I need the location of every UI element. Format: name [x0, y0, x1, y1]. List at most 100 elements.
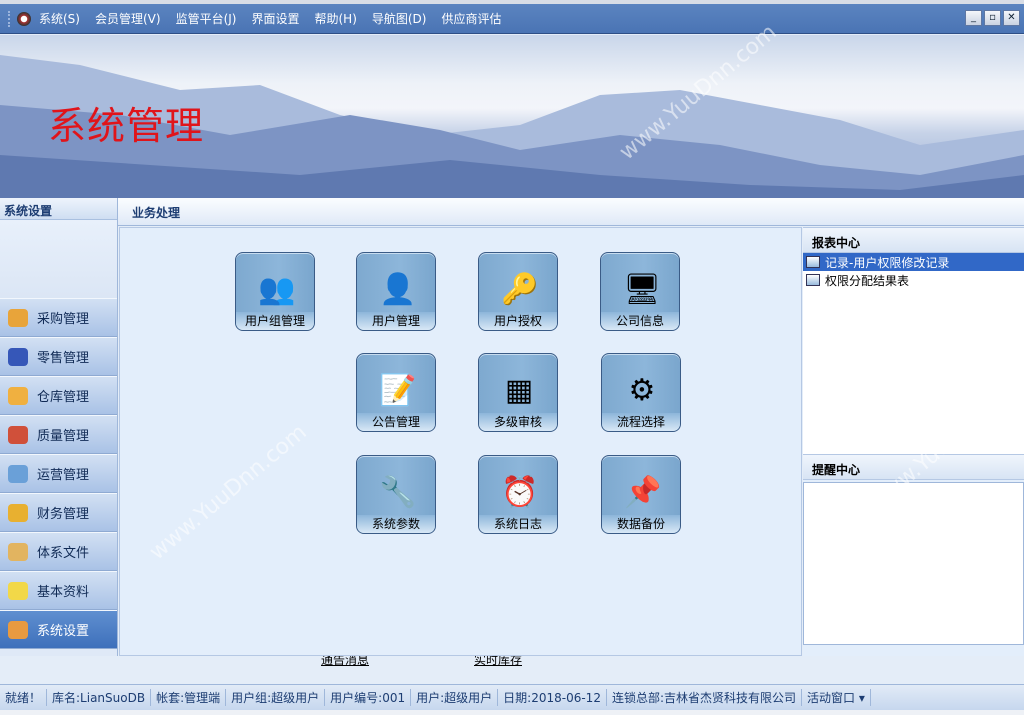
tile-button[interactable]: 👥 用户组管理 [235, 252, 315, 331]
tile-label: 多级审核 [479, 413, 557, 431]
remind-center-header: 提醒中心 [803, 454, 1024, 480]
sidebar-item-label: 仓库管理 [37, 390, 90, 405]
menu-supervision[interactable]: 监管平台(J) [176, 10, 237, 27]
sidebar-item-label: 财务管理 [37, 507, 90, 522]
key-lock-icon: 🔑 [501, 272, 539, 307]
menu-system[interactable]: 系统(S) [39, 10, 80, 27]
report-icon [806, 256, 820, 268]
sidebar-blank [0, 220, 117, 298]
sidebar-header: 系统设置 [0, 198, 117, 220]
tools-disc-icon: 🔧 [379, 475, 417, 510]
sidebar-item-label: 系统设置 [37, 624, 90, 639]
status-field: 连锁总部:吉林省杰贤科技有限公司 [607, 689, 803, 706]
business-panel: 👥 用户组管理 👤 用户管理 🔑 用户授权 🖥 公司信息 📝 公告管理 ▦ 多级审核 ⚙ 流程选择 🔧 系统参… [119, 227, 802, 656]
tile-button[interactable]: ⏰ 系统日志 [478, 455, 558, 534]
menu-member[interactable]: 会员管理(V) [95, 10, 161, 27]
notice-link[interactable]: 通告消息 [321, 656, 369, 667]
tile-label: 用户组管理 [236, 312, 314, 330]
tile-button[interactable]: 🔑 用户授权 [478, 252, 558, 331]
sidebar-item[interactable]: 系统设置 [0, 610, 117, 649]
status-field: 就绪！ [0, 689, 48, 706]
system-settings-icon [8, 620, 28, 639]
toolbar-grip[interactable] [8, 10, 11, 27]
tile-label: 系统参数 [357, 515, 435, 533]
tile-button[interactable]: 📝 公告管理 [356, 353, 436, 432]
quality-icon [8, 425, 28, 444]
close-button[interactable]: ✕ [1003, 10, 1020, 26]
sidebar-item-label: 基本资料 [37, 585, 90, 600]
user-group-icon: 👥 [258, 272, 296, 307]
sidebar-item[interactable]: 零售管理 [0, 337, 117, 376]
sidebar-item-label: 质量管理 [37, 429, 90, 444]
main-header-title: 业务处理 [132, 206, 181, 220]
sidebar-item[interactable]: 基本资料 [0, 571, 117, 610]
stock-link[interactable]: 实时库存 [474, 656, 522, 667]
tile-label: 公司信息 [601, 312, 679, 330]
tile-button[interactable]: 🔧 系统参数 [356, 455, 436, 534]
tile-button[interactable]: 📌 数据备份 [601, 455, 681, 534]
main-header: 业务处理 [118, 198, 1024, 226]
banner-title: 系统管理 [48, 104, 205, 148]
remind-list [803, 482, 1024, 645]
folder-icon [8, 542, 28, 561]
banner: 系统管理 [0, 35, 1024, 198]
bottom-links: 通告消息 实时库存 [0, 656, 1024, 684]
sidebar-item[interactable]: 运营管理 [0, 454, 117, 493]
app-icon[interactable] [17, 11, 31, 26]
warehouse-icon [8, 386, 28, 405]
status-field: 库名:LianSuoDB [47, 689, 152, 706]
minimize-button[interactable]: _ [965, 10, 982, 26]
sidebar-item-label: 体系文件 [37, 546, 90, 561]
tile-label: 公告管理 [357, 413, 435, 431]
gear-icon: ⚙ [628, 373, 656, 408]
sidebar-item-label: 采购管理 [37, 312, 90, 327]
basic-data-icon [8, 581, 28, 600]
status-field: 帐套:管理端 [151, 689, 227, 706]
menu-help[interactable]: 帮助(H) [314, 10, 356, 27]
pushpin-icon: 📌 [624, 475, 662, 510]
sidebar-item[interactable]: 质量管理 [0, 415, 117, 454]
tile-button[interactable]: ▦ 多级审核 [478, 353, 558, 432]
report-list: 记录-用户权限修改记录 权限分配结果表 [803, 253, 1024, 454]
active-window-dropdown[interactable]: 活动窗口 ▾ [802, 689, 871, 706]
retail-icon [8, 347, 28, 366]
sidebar-item[interactable]: 体系文件 [0, 532, 117, 571]
tile-label: 用户管理 [357, 312, 435, 330]
tile-button[interactable]: 👤 用户管理 [356, 252, 436, 331]
menu-ui-settings[interactable]: 界面设置 [251, 10, 299, 27]
report-icon [806, 274, 820, 286]
user-icon: 👤 [379, 272, 417, 307]
report-item[interactable]: 记录-用户权限修改记录 [803, 253, 1024, 271]
tile-button[interactable]: 🖥 公司信息 [600, 252, 680, 331]
status-field: 用户编号:001 [325, 689, 412, 706]
computer-icon: 🖥 [623, 272, 662, 307]
tile-label: 系统日志 [479, 515, 557, 533]
tile-button[interactable]: ⚙ 流程选择 [601, 353, 681, 432]
report-label: 记录-用户权限修改记录 [825, 255, 950, 270]
report-item[interactable]: 权限分配结果表 [803, 271, 1024, 289]
menu-supplier-eval[interactable]: 供应商评估 [441, 10, 501, 27]
sidebar-item-label: 零售管理 [37, 351, 90, 366]
right-panel: 报表中心 记录-用户权限修改记录 权限分配结果表 提醒中心 [803, 227, 1024, 656]
hierarchy-icon: ▦ [504, 373, 534, 408]
restore-button[interactable]: ▫ [984, 10, 1001, 26]
sidebar-item[interactable]: 仓库管理 [0, 376, 117, 415]
purchase-icon [8, 308, 28, 327]
tile-label: 数据备份 [602, 515, 680, 533]
status-bar: 就绪！ 库名:LianSuoDB 帐套:管理端 用户组:超级用户 用户编号:001 用户:… [0, 684, 1024, 710]
finance-icon [8, 503, 28, 522]
operations-icon [8, 464, 28, 483]
menu-bar: 系统(S) 会员管理(V) 监管平台(J) 界面设置 帮助(H) 导航图(D) … [0, 4, 1024, 34]
left-sidebar: 系统设置 采购管理 零售管理 仓库管理 质量管理 运营管理 财务管理 体系文件 基本资料 系统设… [0, 198, 118, 656]
report-label: 权限分配结果表 [825, 273, 910, 288]
sidebar-item[interactable]: 采购管理 [0, 298, 117, 337]
notice-icon: 📝 [379, 373, 417, 408]
report-center-header: 报表中心 [803, 227, 1024, 253]
status-field: 用户组:超级用户 [226, 689, 326, 706]
status-field: 日期:2018-06-12 [498, 689, 607, 706]
sidebar-item[interactable]: 财务管理 [0, 493, 117, 532]
alarm-clock-icon: ⏰ [501, 475, 539, 510]
menu-navigation[interactable]: 导航图(D) [372, 10, 427, 27]
tile-label: 用户授权 [479, 312, 557, 330]
sidebar-item-label: 运营管理 [37, 468, 90, 483]
